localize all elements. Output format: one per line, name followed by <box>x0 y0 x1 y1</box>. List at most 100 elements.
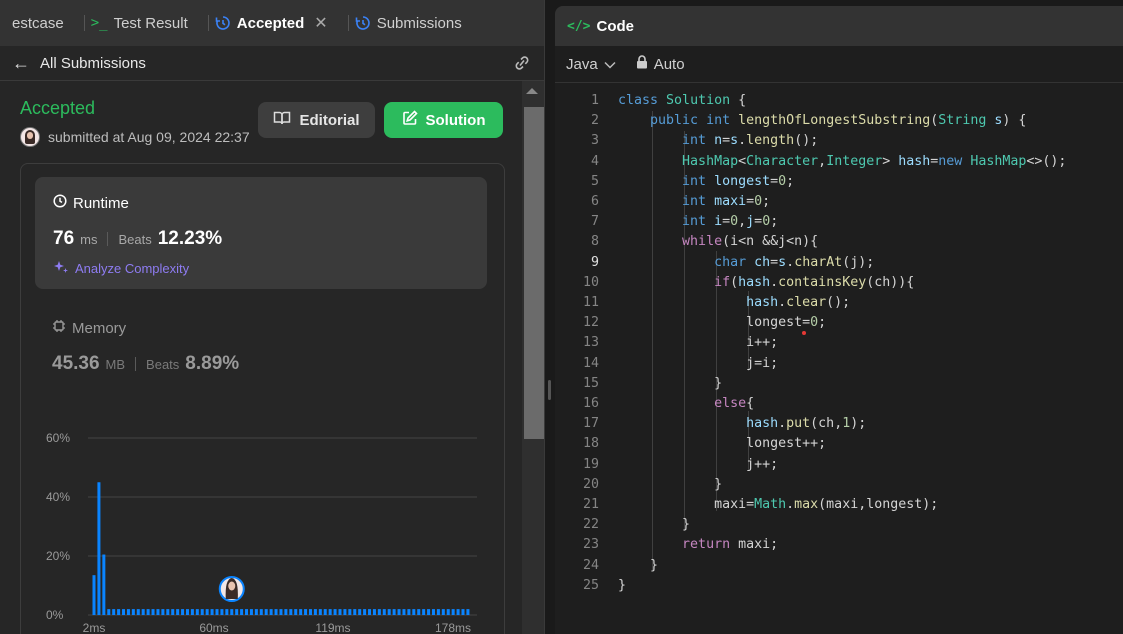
distribution-bar[interactable] <box>136 609 140 615</box>
all-submissions-link[interactable]: All Submissions <box>40 55 146 72</box>
code-line[interactable]: 1 class Solution { <box>555 91 1123 111</box>
code-line[interactable]: 22 } <box>555 515 1123 535</box>
distribution-bar[interactable] <box>205 609 209 615</box>
distribution-bar[interactable] <box>235 609 239 615</box>
distribution-bar[interactable] <box>112 609 116 615</box>
code-line[interactable]: 19 j++; <box>555 455 1123 475</box>
distribution-bar[interactable] <box>377 609 381 615</box>
distribution-bar[interactable] <box>195 609 199 615</box>
tab-submissions[interactable]: Submissions <box>338 0 472 46</box>
distribution-bar[interactable] <box>190 609 194 615</box>
code-line[interactable]: 21 maxi=Math.max(maxi,longest); <box>555 495 1123 515</box>
distribution-bar[interactable] <box>333 609 337 615</box>
scroll-up-arrow[interactable] <box>526 88 538 94</box>
runtime-card[interactable]: Runtime 76 ms Beats 12.23% Analyze Compl… <box>35 177 487 289</box>
distribution-bar[interactable] <box>417 609 421 615</box>
distribution-bar[interactable] <box>259 609 263 615</box>
panel-divider[interactable] <box>545 0 555 634</box>
distribution-bar[interactable] <box>102 554 106 615</box>
distribution-bar[interactable] <box>161 609 165 615</box>
code-line[interactable]: 14 j=i; <box>555 354 1123 374</box>
distribution-bar[interactable] <box>382 609 386 615</box>
distribution-bar[interactable] <box>368 609 372 615</box>
distribution-bar[interactable] <box>402 609 406 615</box>
distribution-bar[interactable] <box>456 609 460 615</box>
distribution-bar[interactable] <box>126 609 130 615</box>
avatar[interactable] <box>20 127 40 147</box>
code-line[interactable]: 5 int longest=0; <box>555 172 1123 192</box>
distribution-bar[interactable] <box>436 609 440 615</box>
distribution-bar[interactable] <box>338 609 342 615</box>
distribution-bar[interactable] <box>318 609 322 615</box>
distribution-bar[interactable] <box>141 609 145 615</box>
distribution-bar[interactable] <box>245 609 249 615</box>
distribution-bar[interactable] <box>441 609 445 615</box>
tab-testcase[interactable]: estcase <box>0 0 74 46</box>
distribution-bar[interactable] <box>200 609 204 615</box>
code-line[interactable]: 3 int n=s.length(); <box>555 131 1123 151</box>
distribution-bar[interactable] <box>392 609 396 615</box>
distribution-bar[interactable] <box>107 609 111 615</box>
distribution-bar[interactable] <box>249 609 253 615</box>
distribution-bar[interactable] <box>358 609 362 615</box>
code-line[interactable]: 4 HashMap<Character,Integer> hash=new Ha… <box>555 152 1123 172</box>
distribution-bar[interactable] <box>215 609 219 615</box>
code-line[interactable]: 24 } <box>555 556 1123 576</box>
distribution-bar[interactable] <box>451 609 455 615</box>
distribution-bar[interactable] <box>363 609 367 615</box>
distribution-bar[interactable] <box>308 609 312 615</box>
code-line[interactable]: 7 int i=0,j=0; <box>555 212 1123 232</box>
distribution-bar[interactable] <box>269 609 273 615</box>
distribution-bar[interactable] <box>422 609 426 615</box>
distribution-bar[interactable] <box>131 609 135 615</box>
distribution-bar[interactable] <box>466 609 470 615</box>
distribution-bar[interactable] <box>171 609 175 615</box>
auto-mode-label[interactable]: Auto <box>654 56 685 73</box>
language-select[interactable]: Java <box>566 56 616 73</box>
distribution-bar[interactable] <box>461 609 465 615</box>
memory-title[interactable]: Memory <box>52 319 126 337</box>
code-line[interactable]: 13 i++; <box>555 333 1123 353</box>
distribution-bar[interactable] <box>289 609 293 615</box>
code-line[interactable]: 10 if(hash.containsKey(ch)){ <box>555 273 1123 293</box>
close-icon[interactable]: ✕ <box>314 13 327 33</box>
distribution-bar[interactable] <box>304 609 308 615</box>
code-line[interactable]: 25} <box>555 576 1123 596</box>
distribution-bar[interactable] <box>279 609 283 615</box>
scrollbar-thumb[interactable] <box>524 107 544 439</box>
distribution-bar[interactable] <box>254 609 258 615</box>
distribution-bar[interactable] <box>151 609 155 615</box>
distribution-bar[interactable] <box>181 609 185 615</box>
tab-test-result[interactable]: >_ Test Result <box>74 0 198 46</box>
distribution-bar[interactable] <box>117 609 121 615</box>
distribution-bar[interactable] <box>97 482 101 615</box>
distribution-bar[interactable] <box>210 609 214 615</box>
distribution-bar[interactable] <box>274 609 278 615</box>
distribution-bar[interactable] <box>264 609 268 615</box>
user-position-marker[interactable] <box>218 576 245 602</box>
distribution-bar[interactable] <box>146 609 150 615</box>
distribution-bar[interactable] <box>412 609 416 615</box>
distribution-bar[interactable] <box>348 609 352 615</box>
distribution-bar[interactable] <box>387 609 391 615</box>
distribution-bar[interactable] <box>225 609 229 615</box>
distribution-bar[interactable] <box>427 609 431 615</box>
code-line[interactable]: 17 hash.put(ch,1); <box>555 414 1123 434</box>
tab-accepted[interactable]: Accepted ✕ <box>198 0 338 46</box>
analyze-complexity-link[interactable]: Analyze Complexity <box>53 259 189 278</box>
code-line[interactable]: 18 longest++; <box>555 434 1123 454</box>
editorial-button[interactable]: Editorial <box>258 102 375 138</box>
distribution-bar[interactable] <box>156 609 160 615</box>
distribution-bar[interactable] <box>407 609 411 615</box>
code-line[interactable]: 15 } <box>555 374 1123 394</box>
code-line[interactable]: 9 char ch=s.charAt(j); <box>555 253 1123 273</box>
distribution-bar[interactable] <box>323 609 327 615</box>
code-line[interactable]: 23 return maxi; <box>555 535 1123 555</box>
solution-button[interactable]: Solution <box>384 102 503 138</box>
distribution-bar[interactable] <box>294 609 298 615</box>
distribution-bar[interactable] <box>446 609 450 615</box>
code-line[interactable]: 12 longest=0; <box>555 313 1123 333</box>
distribution-bar[interactable] <box>122 609 126 615</box>
code-line[interactable]: 6 int maxi=0; <box>555 192 1123 212</box>
code-line[interactable]: 20 } <box>555 475 1123 495</box>
